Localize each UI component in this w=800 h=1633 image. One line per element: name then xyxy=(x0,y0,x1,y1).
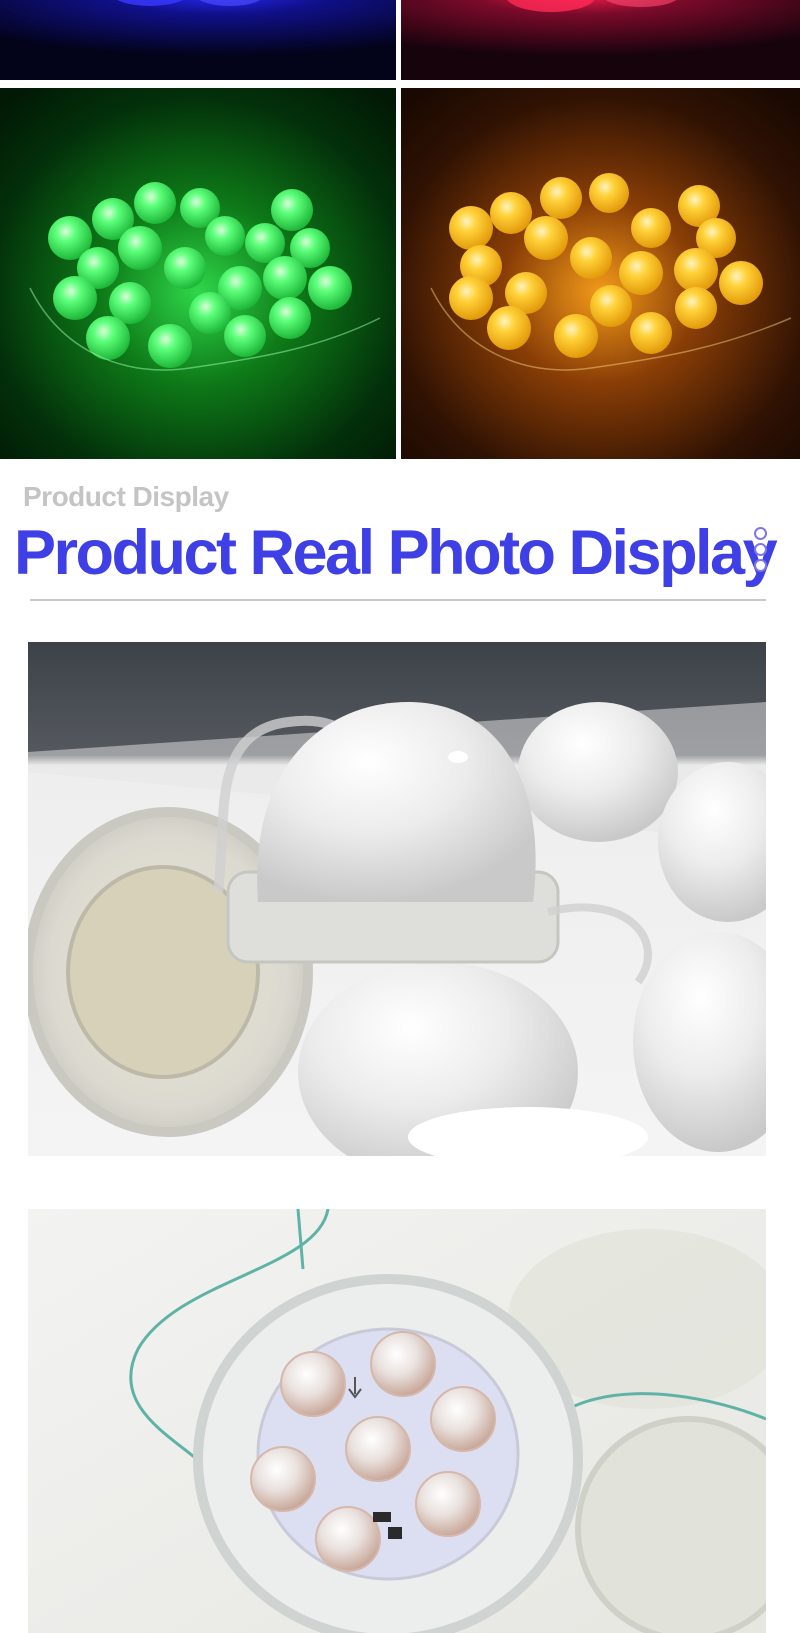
section-divider xyxy=(30,599,766,601)
amber-lights-photo xyxy=(401,88,800,459)
blue-lights-photo xyxy=(0,0,396,80)
green-lights-photo xyxy=(0,88,396,459)
product-photo-domes xyxy=(28,642,766,1156)
section-title: Product Real Photo Display xyxy=(14,518,778,588)
red-lights-photo xyxy=(401,0,800,80)
product-photo-led-module xyxy=(28,1209,766,1633)
decorative-dots-icon xyxy=(752,527,768,581)
section-subtitle: Product Display xyxy=(23,481,229,512)
